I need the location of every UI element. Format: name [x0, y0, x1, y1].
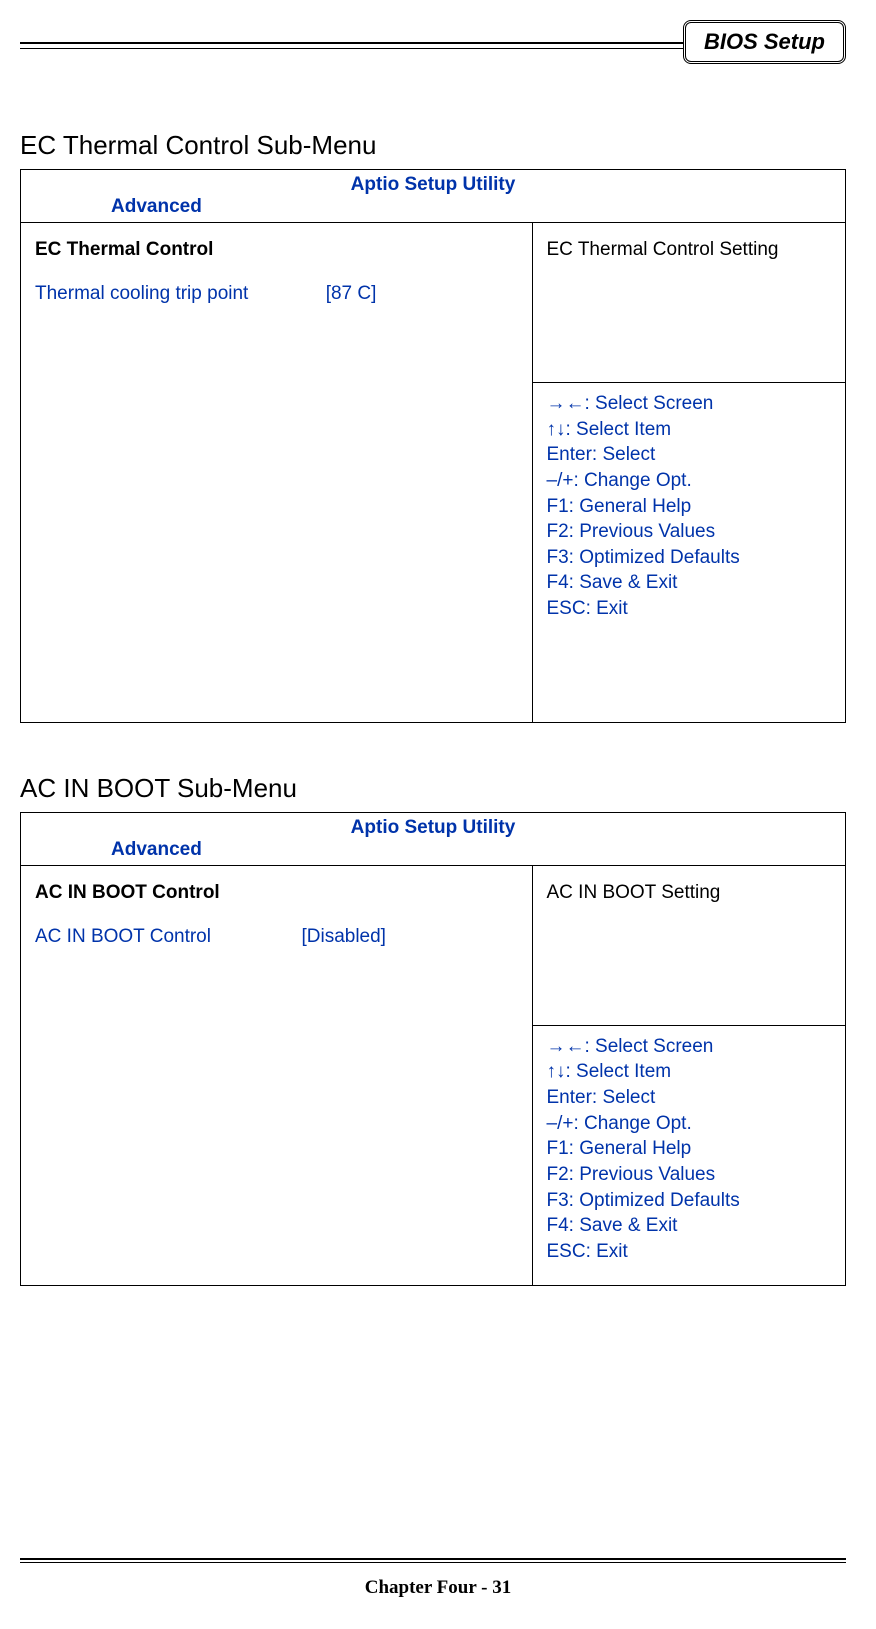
- thermal-trip-label: Thermal cooling trip point: [35, 283, 326, 305]
- key-f3-2: F3: Optimized Defaults: [547, 1188, 832, 1214]
- key-esc-2: ESC: Exit: [547, 1239, 832, 1265]
- key-change-opt-2: –/+: Change Opt.: [547, 1111, 832, 1137]
- key-f2: F2: Previous Values: [547, 519, 832, 545]
- bios-tab-advanced-2[interactable]: Advanced: [21, 839, 846, 866]
- footer-rule-thick: [20, 1558, 846, 1560]
- key-select-screen: →←: Select Screen: [547, 391, 832, 417]
- page-header: BIOS Setup: [20, 20, 846, 70]
- key-enter: Enter: Select: [547, 442, 832, 468]
- key-select-screen-2: →←: Select Screen: [547, 1034, 832, 1060]
- thermal-trip-option[interactable]: Thermal cooling trip point [87 C]: [35, 283, 520, 305]
- key-f2-2: F2: Previous Values: [547, 1162, 832, 1188]
- ec-thermal-heading: EC Thermal Control: [35, 239, 520, 261]
- bios-tab-advanced[interactable]: Advanced: [21, 196, 846, 223]
- ec-thermal-description: EC Thermal Control Setting: [547, 239, 832, 261]
- key-esc: ESC: Exit: [547, 596, 832, 622]
- thermal-trip-value: [87 C]: [326, 283, 377, 305]
- ec-thermal-table: Aptio Setup Utility Advanced EC Thermal …: [20, 169, 846, 723]
- key-select-item-2: ↑↓: Select Item: [547, 1059, 832, 1085]
- utility-title: Aptio Setup Utility: [21, 170, 846, 197]
- utility-title-2: Aptio Setup Utility: [21, 812, 846, 839]
- ac-boot-option[interactable]: AC IN BOOT Control [Disabled]: [35, 926, 520, 948]
- section1-title: EC Thermal Control Sub-Menu: [20, 130, 846, 161]
- section2-title: AC IN BOOT Sub-Menu: [20, 773, 846, 804]
- key-f4: F4: Save & Exit: [547, 570, 832, 596]
- ac-boot-heading: AC IN BOOT Control: [35, 882, 520, 904]
- key-f1: F1: General Help: [547, 494, 832, 520]
- key-f1-2: F1: General Help: [547, 1136, 832, 1162]
- page-footer: Chapter Four - 31: [0, 1558, 876, 1599]
- ac-boot-description: AC IN BOOT Setting: [547, 882, 832, 904]
- key-f4-2: F4: Save & Exit: [547, 1213, 832, 1239]
- key-f3: F3: Optimized Defaults: [547, 545, 832, 571]
- footer-text: Chapter Four - 31: [0, 1577, 876, 1599]
- key-change-opt: –/+: Change Opt.: [547, 468, 832, 494]
- footer-rule-thin: [20, 1562, 846, 1563]
- ac-boot-value: [Disabled]: [301, 926, 386, 948]
- key-enter-2: Enter: Select: [547, 1085, 832, 1111]
- key-select-item: ↑↓: Select Item: [547, 417, 832, 443]
- bios-setup-tag: BIOS Setup: [683, 20, 846, 64]
- ac-boot-label: AC IN BOOT Control: [35, 926, 301, 948]
- ac-in-boot-table: Aptio Setup Utility Advanced AC IN BOOT …: [20, 812, 846, 1286]
